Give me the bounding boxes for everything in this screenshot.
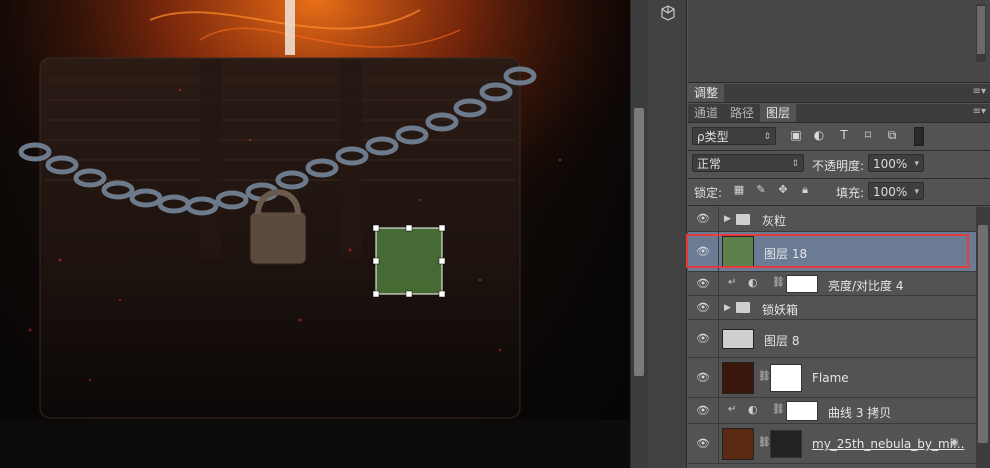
blend-mode-value: 正常: [697, 157, 722, 171]
eye-visibility-icon[interactable]: 👁︎: [696, 437, 710, 451]
layer-name: 灰粒: [762, 214, 787, 228]
adjustment-filter-icon[interactable]: ◐: [811, 127, 827, 143]
layer-row-group[interactable]: 👁︎ ▶ 灰粒: [688, 207, 976, 232]
layer-row-group[interactable]: 👁︎ ▶ 锁妖箱: [688, 296, 976, 320]
chain-link-icon[interactable]: ⛓: [758, 371, 771, 382]
expand-triangle-icon[interactable]: ▶: [724, 303, 731, 313]
layers-scrollbar[interactable]: [976, 207, 990, 468]
type-filter-icon[interactable]: T: [836, 127, 852, 143]
tab-layers[interactable]: 图层: [760, 104, 797, 122]
layers-panel-tabs: 通道 路径 图层 ≡▾: [688, 104, 990, 123]
blend-mode-select[interactable]: 正常 ⇕: [692, 154, 804, 172]
layer-row-masked[interactable]: 👁︎ ⛓ my_25th_nebula_by_mi... ◉: [688, 424, 976, 464]
padlock: [249, 211, 307, 265]
eye-visibility-icon[interactable]: 👁︎: [696, 332, 710, 346]
eye-visibility-icon[interactable]: 👁︎: [696, 404, 710, 418]
opacity-label: 不透明度:: [812, 159, 865, 173]
filter-toggle-switch[interactable]: [914, 127, 924, 146]
scrollbar-thumb[interactable]: [634, 108, 644, 376]
tab-channels[interactable]: 通道: [688, 104, 724, 122]
opacity-value: 100%: [873, 157, 908, 171]
chevron-down-icon: ▾: [914, 159, 919, 169]
layer-name: 锁妖箱: [762, 303, 799, 317]
hand-image: [376, 228, 442, 294]
chevron-down-icon: ▾: [914, 187, 919, 197]
eye-visibility-icon[interactable]: 👁︎: [696, 301, 710, 315]
brightness-contrast-icon: ◐: [748, 276, 758, 289]
mask-thumbnail: [770, 364, 802, 392]
chevron-updown-icon: ⇕: [763, 132, 771, 142]
lock-image-brush-icon[interactable]: ✎: [754, 183, 768, 197]
layer-thumbnail: [722, 362, 754, 394]
opacity-field[interactable]: 100% ▾: [868, 154, 924, 172]
panel-dock-strip: [648, 0, 687, 468]
chain-link-icon[interactable]: ⛓: [772, 404, 785, 415]
properties-scrollbar[interactable]: [976, 4, 986, 62]
expand-triangle-icon[interactable]: ▶: [724, 214, 731, 224]
layer-row[interactable]: 👁︎ 图层 8: [688, 320, 976, 358]
mask-thumbnail: [786, 275, 818, 293]
lock-label: 锁定:: [694, 186, 723, 200]
layer-name: 亮度/对比度 4: [828, 279, 904, 293]
eye-visibility-icon[interactable]: 👁︎: [696, 212, 710, 226]
layer-row-masked[interactable]: 👁︎ ⛓ Flame: [688, 358, 976, 398]
pixel-filter-icon[interactable]: ▣: [788, 127, 804, 143]
layer-thumbnail: [722, 428, 754, 460]
lock-position-move-icon[interactable]: ✥: [776, 183, 790, 197]
layer-name: my_25th_nebula_by_mi...: [812, 437, 965, 451]
layer-filter-kind-select[interactable]: ρ类型 ⇕: [692, 127, 776, 145]
panel-menu-icon[interactable]: ≡▾: [973, 86, 986, 97]
layer-thumbnail: [722, 329, 754, 349]
smart-filter-icon[interactable]: ◉: [950, 437, 959, 448]
scrollbar-thumb[interactable]: [978, 225, 988, 443]
lock-transparent-icon[interactable]: ▦: [732, 183, 746, 197]
layer-name: 图层 8: [764, 334, 800, 348]
tab-paths[interactable]: 路径: [724, 104, 760, 122]
canvas-vertical-scrollbar[interactable]: [630, 0, 648, 468]
folder-icon: [736, 214, 750, 225]
clipping-arrow-icon: ↵: [728, 404, 737, 415]
layer-row-adjustment[interactable]: 👁︎ ↵ ◐ ⛓ 曲线 3 拷贝: [688, 398, 976, 424]
layer-row-adjustment[interactable]: 👁︎ ↵ ◐ ⛓ 亮度/对比度 4: [688, 272, 976, 296]
panel-menu-icon[interactable]: ≡▾: [973, 106, 986, 117]
mask-thumbnail: [786, 401, 818, 421]
tab-adjustments[interactable]: 调整: [688, 84, 725, 102]
clipping-arrow-icon: ↵: [728, 277, 737, 288]
layer-name: 曲线 3 拷贝: [828, 406, 892, 420]
chain-link-icon[interactable]: ⛓: [772, 277, 785, 288]
3d-cube-icon[interactable]: [656, 1, 680, 25]
chain-link-icon[interactable]: ⛓: [758, 437, 771, 448]
fill-value: 100%: [873, 185, 908, 199]
smart-object-filter-icon[interactable]: ⧉: [884, 127, 900, 143]
light-beam: [285, 0, 295, 55]
mask-thumbnail: [770, 430, 802, 458]
highlight-annotation-box: [686, 234, 969, 268]
adjustments-panel-header: 调整 ≡▾: [688, 84, 990, 103]
document-canvas[interactable]: [0, 0, 630, 468]
fill-label: 填充:: [836, 186, 865, 200]
shape-filter-icon[interactable]: ⌑: [860, 127, 876, 143]
properties-panel-area: [688, 0, 990, 83]
folder-icon: [736, 302, 750, 313]
layer-name: Flame: [812, 371, 849, 385]
eye-visibility-icon[interactable]: 👁︎: [696, 277, 710, 291]
fill-field[interactable]: 100% ▾: [868, 182, 924, 200]
canvas-artwork: [0, 0, 630, 468]
eye-visibility-icon[interactable]: 👁︎: [696, 371, 710, 385]
filter-kind-label: ρ类型: [697, 130, 729, 144]
curves-adjustment-icon: ◐: [748, 403, 758, 416]
lock-all-padlock-icon[interactable]: 🔒︎: [798, 183, 812, 197]
chevron-updown-icon: ⇕: [791, 159, 799, 169]
